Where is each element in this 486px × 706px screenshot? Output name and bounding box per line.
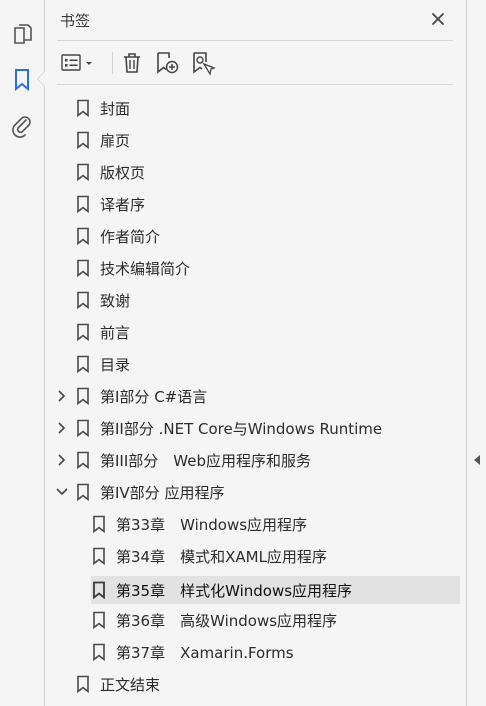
divider: [57, 40, 453, 41]
bookmark-icon: [76, 99, 90, 118]
close-icon[interactable]: [428, 9, 448, 29]
bookmark-item[interactable]: 封面: [75, 96, 455, 120]
bookmark-item[interactable]: 作者简介: [75, 224, 455, 248]
bookmark-label: 第33章 Windows应用程序: [116, 515, 308, 534]
bookmark-item[interactable]: 第II部分 .NET Core与Windows Runtime: [55, 416, 455, 440]
bookmark-label: 前言: [100, 323, 131, 342]
delete-icon[interactable]: [119, 48, 145, 78]
bookmark-item[interactable]: 第III部分 Web应用程序和服务: [55, 448, 455, 472]
bookmark-item-selected[interactable]: 第35章 样式化Windows应用程序: [91, 576, 460, 604]
collapse-strip: [466, 0, 486, 706]
bookmark-icon: [76, 675, 90, 694]
divider: [57, 84, 453, 85]
navigation-rail: [0, 0, 45, 706]
bookmark-icon[interactable]: [8, 66, 36, 94]
bookmark-icon: [76, 227, 90, 246]
bookmark-item[interactable]: 第33章 Windows应用程序: [91, 512, 460, 536]
bookmark-search-icon[interactable]: [189, 48, 217, 78]
chevron-right-icon[interactable]: [55, 421, 69, 435]
bookmark-item[interactable]: 第37章 Xamarin.Forms: [91, 640, 460, 664]
bookmark-item[interactable]: 扉页: [75, 128, 455, 152]
bookmark-label: 第II部分 .NET Core与Windows Runtime: [100, 419, 383, 438]
bookmark-icon: [76, 419, 90, 438]
bookmark-icon: [76, 483, 90, 502]
bookmark-label: 正文结束: [100, 675, 161, 694]
bookmark-label: 译者序: [100, 195, 146, 214]
bookmark-label: 作者简介: [100, 227, 161, 246]
bookmark-label: 第III部分 Web应用程序和服务: [100, 451, 311, 470]
bookmark-label: 第I部分 C#语言: [100, 387, 208, 406]
bookmark-icon: [76, 291, 90, 310]
bookmark-icon: [76, 163, 90, 182]
bookmark-icon: [92, 611, 106, 630]
bookmark-icon: [76, 259, 90, 278]
new-bookmark-icon[interactable]: [153, 48, 181, 78]
bookmark-item[interactable]: 技术编辑简介: [75, 256, 455, 280]
panel-title: 书签: [60, 12, 91, 30]
bookmark-icon: [76, 355, 90, 374]
bookmark-label: 第36章 高级Windows应用程序: [116, 611, 338, 630]
bookmark-label: 技术编辑简介: [100, 259, 191, 278]
bookmark-item[interactable]: 版权页: [75, 160, 455, 184]
options-menu-icon[interactable]: [59, 48, 99, 78]
bookmark-label: 版权页: [100, 163, 146, 182]
chevron-right-icon[interactable]: [55, 389, 69, 403]
bookmark-label: 封面: [100, 99, 131, 118]
bookmark-label: 致谢: [100, 291, 131, 310]
bookmark-toolbar: [57, 48, 453, 78]
collapse-panel-arrow-icon[interactable]: [472, 451, 482, 465]
bookmark-label: 目录: [100, 355, 131, 374]
bookmark-icon: [76, 387, 90, 406]
pages-icon[interactable]: [8, 20, 36, 48]
bookmark-item[interactable]: 第I部分 C#语言: [55, 384, 455, 408]
bookmark-item[interactable]: 第36章 高级Windows应用程序: [91, 608, 460, 632]
bookmark-item[interactable]: 第IV部分 应用程序: [55, 480, 455, 504]
chevron-down-icon[interactable]: [55, 485, 69, 499]
bookmark-label: 第34章 模式和XAML应用程序: [116, 547, 327, 566]
bookmark-item[interactable]: 致谢: [75, 288, 455, 312]
bookmark-icon: [76, 131, 90, 150]
bookmark-label: 第35章 样式化Windows应用程序: [116, 581, 353, 600]
bookmark-item[interactable]: 目录: [75, 352, 455, 376]
bookmarks-panel: 书签 封面 扉页 版权页 译者序 作者简介 技术编辑简介 致谢 前言 目录 第I…: [45, 0, 465, 706]
bookmark-label: 扉页: [100, 131, 131, 150]
bookmark-label: 第37章 Xamarin.Forms: [116, 643, 294, 662]
chevron-right-icon[interactable]: [55, 453, 69, 467]
bookmark-label: 第IV部分 应用程序: [100, 483, 225, 502]
bookmark-icon: [76, 323, 90, 342]
bookmark-item[interactable]: 译者序: [75, 192, 455, 216]
bookmark-icon: [92, 643, 106, 662]
bookmark-icon: [76, 451, 90, 470]
bookmark-icon: [92, 547, 106, 566]
bookmark-item[interactable]: 第34章 模式和XAML应用程序: [91, 544, 460, 568]
bookmark-icon: [92, 515, 106, 534]
toolbar-separator: [112, 52, 113, 74]
bookmark-icon: [76, 195, 90, 214]
active-pointer: [37, 71, 45, 87]
bookmark-icon: [92, 581, 106, 600]
bookmark-item[interactable]: 正文结束: [75, 672, 455, 696]
bookmark-item[interactable]: 前言: [75, 320, 455, 344]
attachment-icon[interactable]: [8, 112, 36, 140]
